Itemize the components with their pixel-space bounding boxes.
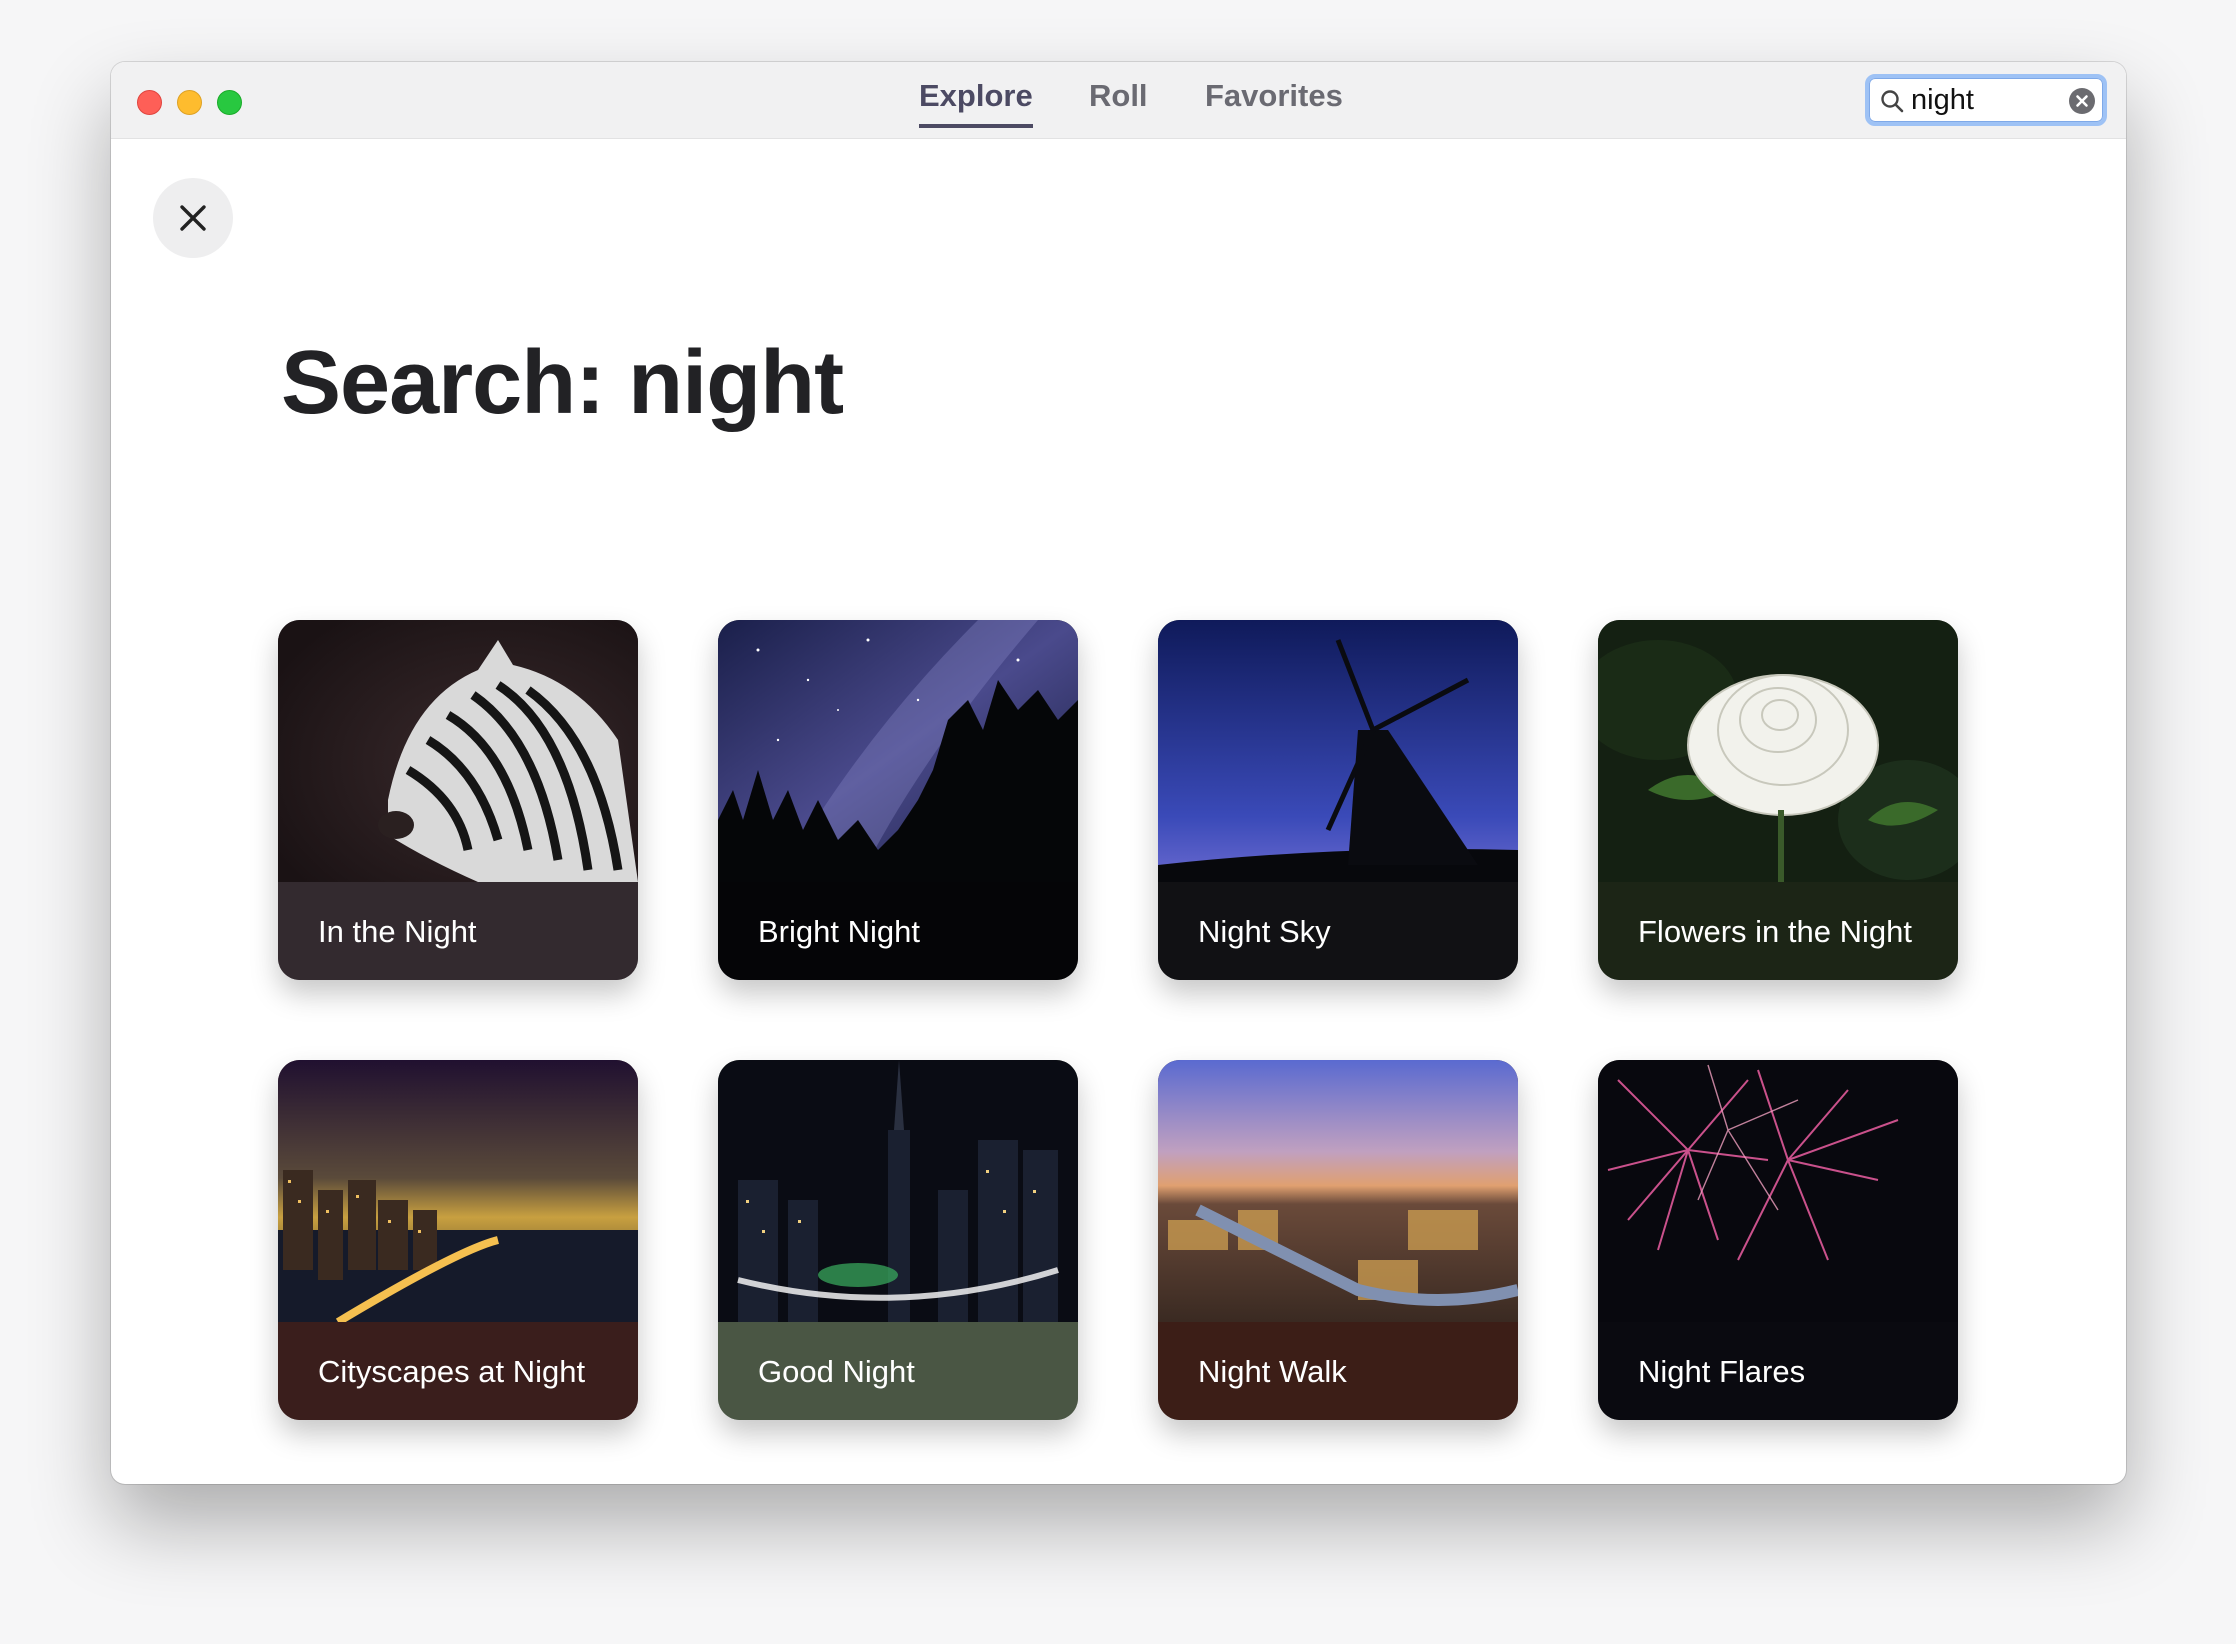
result-card[interactable]: Good Night <box>718 1060 1078 1420</box>
nav-tabs: Explore Roll Favorites <box>111 62 2126 138</box>
close-x-icon <box>180 205 206 231</box>
card-title: Night Sky <box>1198 914 1331 949</box>
card-title: Good Night <box>758 1354 915 1389</box>
result-card[interactable]: Flowers in the Night <box>1598 620 1958 980</box>
card-title: Bright Night <box>758 914 920 949</box>
card-title: Night Flares <box>1638 1354 1806 1389</box>
result-card[interactable]: Cityscapes at Night <box>278 1060 638 1420</box>
clear-circle-icon[interactable] <box>2069 88 2095 114</box>
search-input[interactable] <box>1911 82 2061 118</box>
windmill-image <box>1158 620 1518 882</box>
window-zoom-button[interactable] <box>217 90 242 115</box>
cityscape-image <box>278 1060 638 1322</box>
result-card[interactable]: Night Flares <box>1598 1060 1958 1420</box>
result-card[interactable]: Night Walk <box>1158 1060 1518 1420</box>
app-window: Explore Roll Favorites Search: night <box>111 62 2126 1484</box>
result-card[interactable]: Bright Night <box>718 620 1078 980</box>
downtown-image <box>718 1060 1078 1322</box>
page-title: Search: night <box>281 333 844 433</box>
card-title: Night Walk <box>1198 1354 1347 1389</box>
fireworks-image <box>1598 1060 1958 1322</box>
close-search-button[interactable] <box>153 178 233 258</box>
card-title: Cityscapes at Night <box>318 1354 586 1389</box>
card-title: Flowers in the Night <box>1638 914 1912 949</box>
magnifier-icon <box>1881 90 1904 113</box>
milky-way-image <box>718 620 1078 882</box>
tab-explore[interactable]: Explore <box>919 78 1033 128</box>
tab-favorites[interactable]: Favorites <box>1205 78 1343 124</box>
city-dusk-image <box>1158 1060 1518 1322</box>
result-card[interactable]: Night Sky <box>1158 620 1518 980</box>
card-title: In the Night <box>318 914 477 949</box>
white-rose-image <box>1598 620 1958 882</box>
zebra-image <box>278 620 638 882</box>
title-bar: Explore Roll Favorites <box>111 62 2126 139</box>
search-field[interactable] <box>1865 74 2107 126</box>
results-grid: In the Night Bright Night Night Sky Flow… <box>278 620 1978 1440</box>
tab-roll[interactable]: Roll <box>1089 78 1148 124</box>
window-close-button[interactable] <box>137 90 162 115</box>
window-minimize-button[interactable] <box>177 90 202 115</box>
result-card[interactable]: In the Night <box>278 620 638 980</box>
